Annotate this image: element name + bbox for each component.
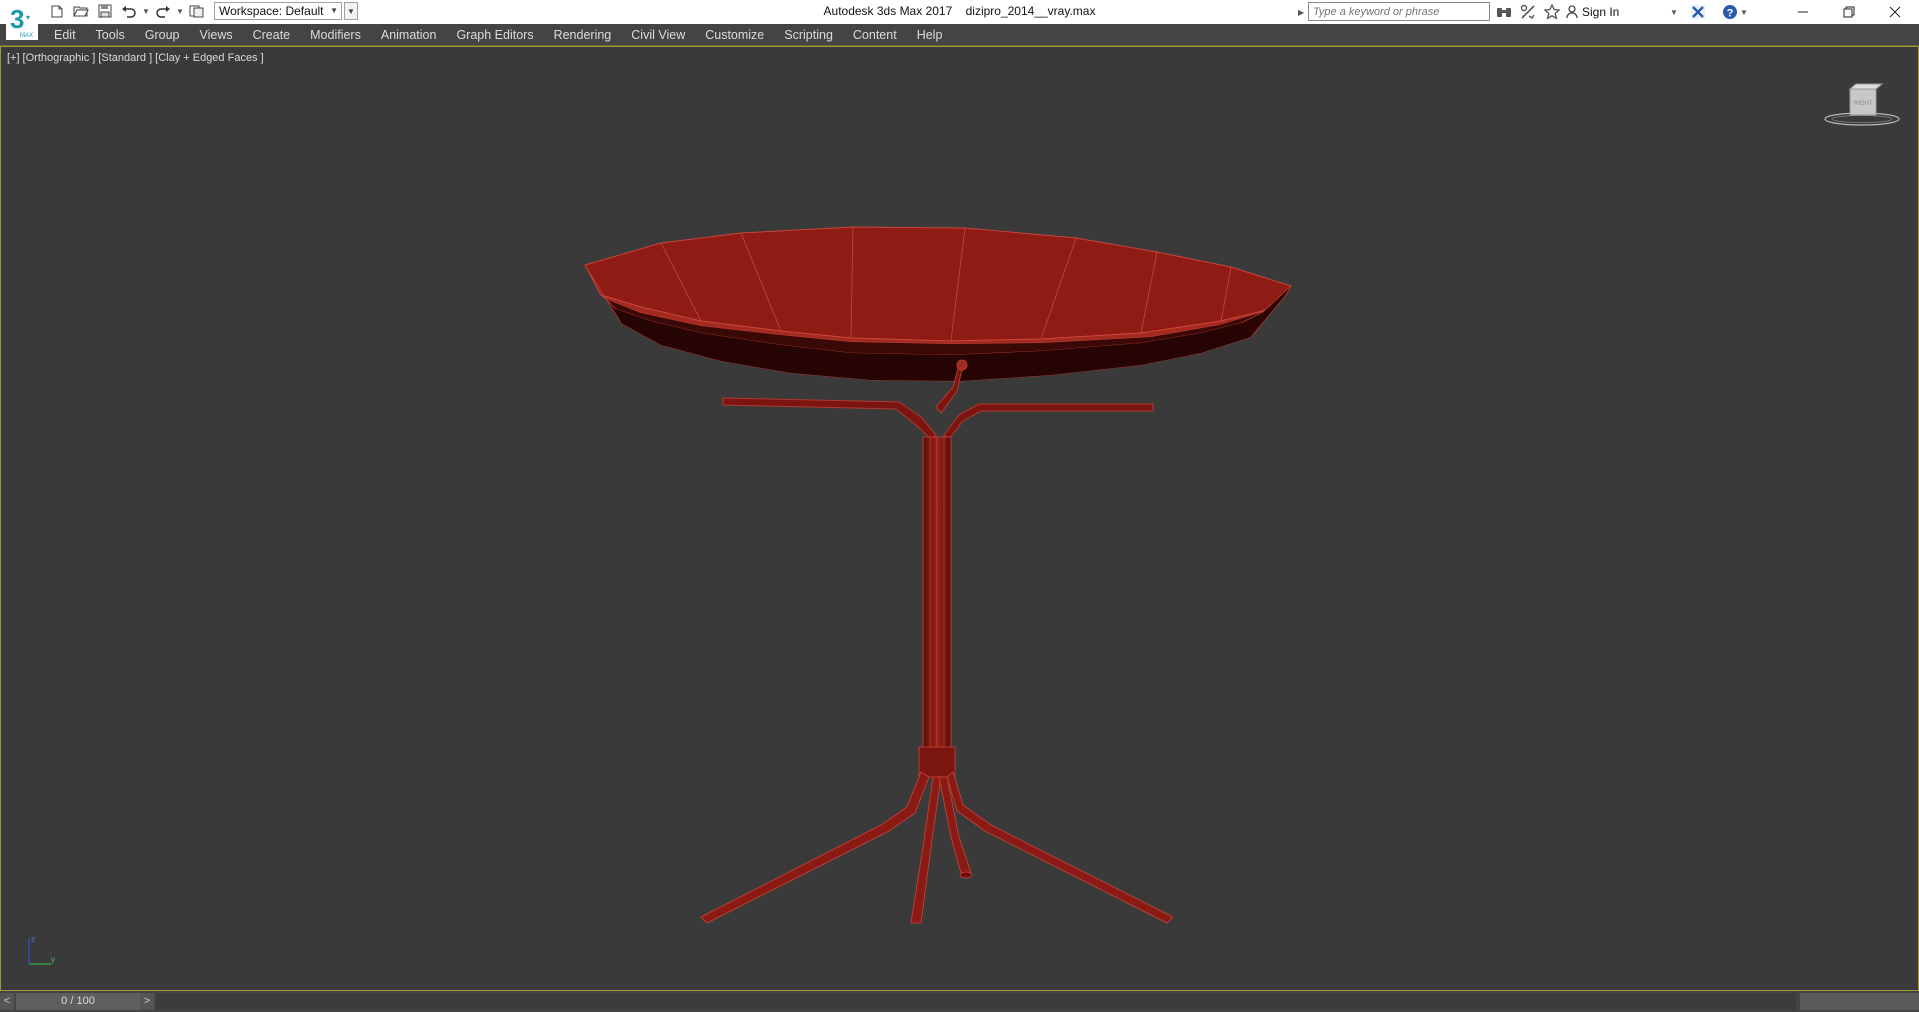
autodesk-exchange-icon[interactable] <box>1688 2 1708 22</box>
restore-icon[interactable] <box>1826 0 1872 24</box>
redo-icon[interactable] <box>152 1 174 21</box>
menu-content[interactable]: Content <box>843 24 907 46</box>
help-chevron-down-icon: ▼ <box>1740 7 1748 17</box>
menu-tools[interactable]: Tools <box>86 24 135 46</box>
open-file-icon[interactable] <box>70 1 92 21</box>
viewcube[interactable]: RIGHT <box>1820 69 1900 129</box>
time-slider-prev-button[interactable]: < <box>0 993 14 1010</box>
undo-icon[interactable] <box>118 1 140 21</box>
help-icon[interactable]: ? ▼ <box>1722 2 1748 22</box>
logo-text: 3 <box>10 4 24 34</box>
tabletop <box>584 226 1292 440</box>
workspace-selector[interactable]: Workspace: Default ▼ <box>214 2 342 20</box>
new-file-icon[interactable] <box>46 1 68 21</box>
quick-access-toolbar: ▼ ▼ <box>46 0 208 22</box>
user-icon <box>1566 5 1578 19</box>
search-input[interactable] <box>1308 2 1490 21</box>
time-slider-thumb[interactable]: 0 / 100 <box>16 993 140 1010</box>
menu-rendering[interactable]: Rendering <box>544 24 622 46</box>
file-name: dizipro_2014__vray.max <box>965 4 1096 18</box>
axis-tripod: z y <box>21 932 61 972</box>
menu-views[interactable]: Views <box>189 24 242 46</box>
menu-create[interactable]: Create <box>243 24 301 46</box>
menu-edit[interactable]: Edit <box>44 24 86 46</box>
workspace-label: Workspace: Default <box>219 4 324 18</box>
menu-group[interactable]: Group <box>135 24 190 46</box>
app-name: Autodesk 3ds Max 2017 <box>823 4 953 18</box>
customize-toolbar-icon[interactable]: ▼ <box>344 2 358 20</box>
favorites-star-icon[interactable] <box>1542 2 1562 22</box>
menu-customize[interactable]: Customize <box>695 24 774 46</box>
viewport-orthographic[interactable]: [+] [Orthographic ] [Standard ] [Clay + … <box>0 46 1919 991</box>
project-folder-icon[interactable] <box>186 1 208 21</box>
sign-in-chevron-down-icon[interactable]: ▼ <box>1670 2 1678 22</box>
menu-bar: Edit Tools Group Views Create Modifiers … <box>0 24 1919 46</box>
minimize-icon[interactable] <box>1780 0 1826 24</box>
close-icon[interactable] <box>1872 0 1918 24</box>
time-slider-right-panel <box>1800 993 1919 1010</box>
infocenter-icons <box>1494 2 1562 22</box>
menu-graph-editors[interactable]: Graph Editors <box>446 24 543 46</box>
title-bar: 3 ▾ MAX ▼ ▼ Workspace: Default ▼ ▼ Autod… <box>0 0 1919 40</box>
redo-dropdown-icon[interactable]: ▼ <box>176 1 184 21</box>
time-slider-next-button[interactable]: > <box>140 993 154 1010</box>
app-logo-icon[interactable]: 3 ▾ MAX <box>6 0 38 40</box>
menu-civil-view[interactable]: Civil View <box>621 24 695 46</box>
svg-text:?: ? <box>1727 8 1734 20</box>
svg-text:MAX: MAX <box>20 33 33 39</box>
workspace-chevron-down-icon: ▼ <box>330 6 338 15</box>
undo-dropdown-icon[interactable]: ▼ <box>142 1 150 21</box>
time-slider-bar: < 0 / 100 > <box>0 991 1919 1012</box>
menu-modifiers[interactable]: Modifiers <box>300 24 371 46</box>
menu-items: Edit Tools Group Views Create Modifiers … <box>44 24 952 46</box>
table-pole <box>918 436 956 778</box>
axis-y-label: y <box>51 955 55 964</box>
sign-in-label: Sign In <box>1582 5 1620 19</box>
menu-help[interactable]: Help <box>907 24 953 46</box>
sign-in-button[interactable]: Sign In <box>1566 2 1619 22</box>
viewcube-face-label: RIGHT <box>1854 101 1873 107</box>
menu-animation[interactable]: Animation <box>371 24 447 46</box>
search-expand-icon[interactable]: ▶ <box>1298 2 1306 22</box>
communication-center-icon[interactable] <box>1518 2 1538 22</box>
menu-scripting[interactable]: Scripting <box>774 24 843 46</box>
table-model[interactable] <box>1 47 1918 990</box>
table-legs <box>700 771 1174 924</box>
axis-z-label: z <box>31 935 35 944</box>
binoculars-icon[interactable] <box>1494 2 1514 22</box>
time-slider-track[interactable] <box>156 993 1796 1010</box>
svg-text:▾: ▾ <box>26 13 30 22</box>
save-icon[interactable] <box>94 1 116 21</box>
